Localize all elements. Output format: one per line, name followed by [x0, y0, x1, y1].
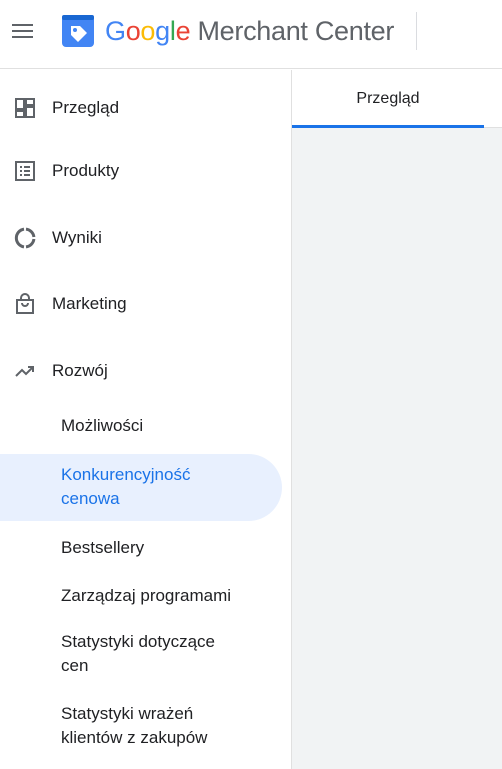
sidebar-subitem-label: Statystyki wrażeń klientów z zakupów	[61, 704, 208, 747]
top-app-bar: Google Merchant Center	[0, 0, 502, 69]
active-tab-indicator	[292, 125, 484, 128]
tab-przeglad[interactable]: Przegląd	[292, 70, 484, 128]
brand-letter: e	[175, 16, 191, 46]
sidebar-subitem-statystyki-wrazen[interactable]: Statystyki wrażeń klientów z zakupów	[0, 694, 282, 758]
donut-chart-icon	[14, 227, 36, 249]
sidebar-subitem-label: Statystyki dotyczące cen	[61, 632, 216, 675]
sidebar-item-label: Rozwój	[52, 361, 108, 380]
sidebar-item-przeglad[interactable]: Przegląd	[0, 80, 291, 136]
sidebar-subitem-konkurencyjnosc-cenowa[interactable]: Konkurencyjność cenowa	[0, 454, 282, 521]
brand-product-name: Merchant Center	[197, 16, 395, 46]
sidebar-item-wyniki[interactable]: Wyniki	[0, 210, 291, 266]
tab-bar: Przegląd	[292, 70, 502, 128]
brand-letter: G	[105, 16, 126, 46]
sidebar-item-label: Marketing	[52, 294, 127, 313]
sidebar-subitem-statystyki-cen[interactable]: Statystyki dotyczące cen	[0, 622, 282, 686]
sidebar-subitem-bestsellery[interactable]: Bestsellery	[0, 526, 282, 570]
brand-letter: o	[140, 16, 156, 46]
shopping-bag-icon	[16, 293, 34, 314]
sidebar-item-produkty[interactable]: Produkty	[0, 143, 291, 199]
sidebar-subitem-label: Bestsellery	[61, 538, 145, 557]
trending-up-icon	[15, 366, 34, 377]
sidebar-item-label: Produkty	[52, 161, 120, 180]
list-icon	[15, 161, 35, 181]
sidebar-subitem-label: Konkurencyjność cenowa	[61, 465, 191, 508]
dashboard-icon	[15, 98, 35, 118]
sidebar-subitem-label: Zarządzaj programami	[61, 586, 232, 605]
sidebar-subitem-zarzadzaj-programami[interactable]: Zarządzaj programami	[0, 574, 282, 618]
sidebar-nav: Przegląd Produkty Wyniki Marketing Rozwó…	[0, 70, 291, 769]
sidebar-subitem-label: Możliwości	[61, 416, 144, 435]
main-content: Przegląd	[292, 70, 502, 769]
merchant-center-tag-icon[interactable]	[61, 14, 95, 48]
sidebar-item-label: Wyniki	[52, 228, 102, 247]
hamburger-menu-icon[interactable]	[10, 19, 36, 45]
brand-letter: g	[155, 16, 170, 46]
sidebar-subitem-mozliwosci[interactable]: Możliwości	[0, 404, 282, 448]
tab-label: Przegląd	[356, 90, 420, 107]
header-divider	[416, 12, 417, 50]
sidebar-item-rozwoj[interactable]: Rozwój	[0, 343, 291, 399]
sidebar-item-label: Przegląd	[52, 98, 120, 117]
brand-letter: o	[125, 16, 141, 46]
brand-title[interactable]: Google Merchant Center	[105, 14, 394, 48]
sidebar-item-marketing[interactable]: Marketing	[0, 276, 291, 332]
